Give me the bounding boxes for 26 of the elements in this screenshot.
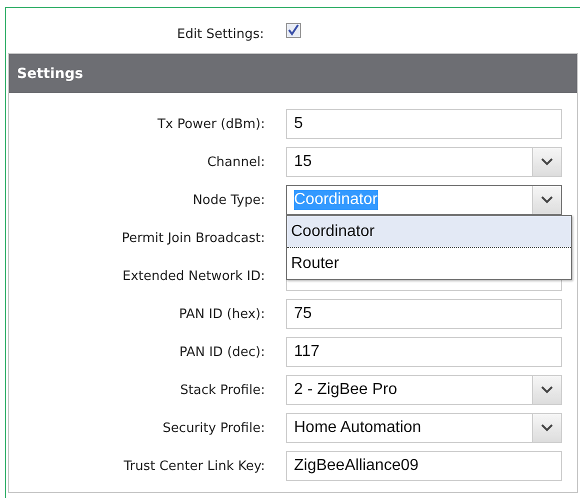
dropdown-field[interactable]: Home Automation [286, 413, 562, 443]
field-label: Stack Profile: [179, 382, 265, 398]
input-field[interactable]: 117 [286, 337, 562, 367]
field-label: Edit Settings: [176, 26, 264, 42]
chevron-down-icon [541, 196, 553, 204]
chevron-down-icon [541, 386, 553, 394]
field-label: Channel: [206, 154, 265, 170]
input-field[interactable]: 75 [286, 299, 562, 329]
dropdown-field[interactable]: 15 [286, 147, 562, 177]
section-header: Settings [9, 54, 577, 93]
dropdown-field[interactable]: 2 - ZigBee Pro [286, 375, 562, 405]
field-label: Security Profile: [162, 420, 265, 436]
field-label: Extended Network ID: [121, 268, 265, 284]
dropdown-option[interactable]: Router [287, 248, 571, 279]
field-label: Permit Join Broadcast: [120, 230, 265, 246]
dropdown-option[interactable]: Coordinator [287, 216, 571, 248]
field-label: PAN ID (hex): [178, 306, 265, 322]
edit-settings-checkbox[interactable] [286, 22, 301, 38]
field-label: Node Type: [192, 192, 265, 208]
field-label: Trust Center Link Key: [122, 458, 265, 474]
input-field[interactable]: 5 [286, 109, 562, 139]
input-field[interactable]: ZigBeeAlliance09 [286, 451, 562, 481]
field-label: Tx Power (dBm): [156, 116, 265, 132]
chevron-down-icon [541, 158, 553, 166]
chevron-down-icon [541, 424, 553, 432]
field-label: PAN ID (dec): [178, 344, 265, 360]
